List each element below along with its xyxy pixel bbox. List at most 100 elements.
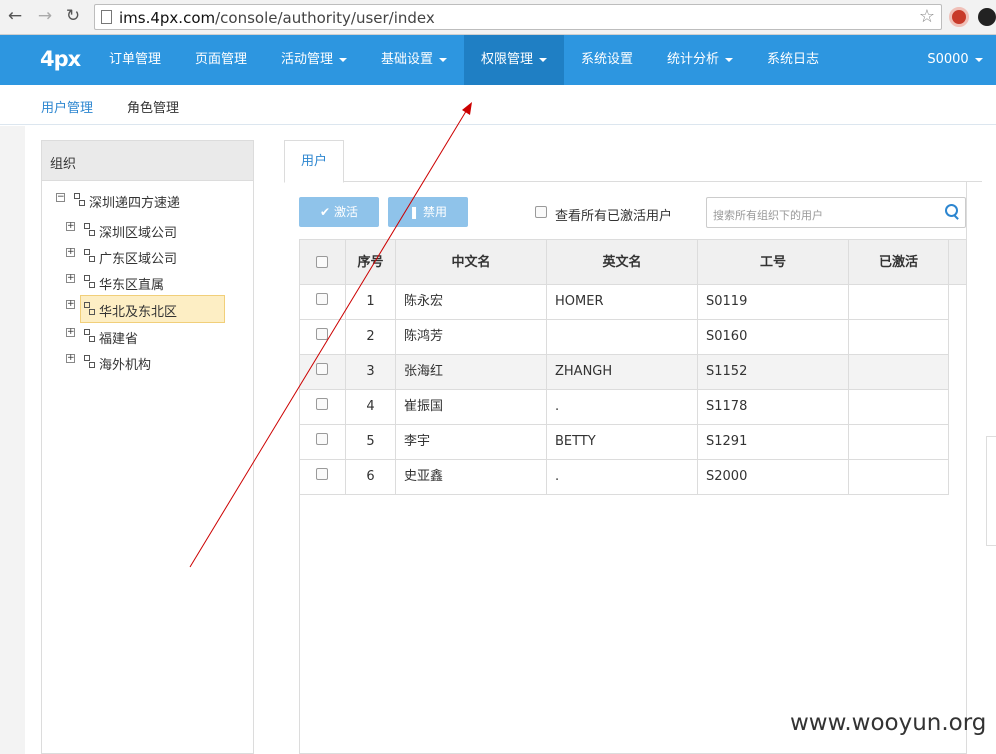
expand-icon[interactable]: + [66,222,75,231]
table-row[interactable]: 2 陈鸿芳 S0160 [300,320,949,355]
page-icon [101,10,112,24]
tab-strip: 用户 [284,140,982,183]
expand-icon[interactable]: + [66,248,75,257]
tree-node-root[interactable]: 深圳递四方速递 [89,192,180,211]
nav-item-system-log[interactable]: 系统日志 [752,35,834,85]
table-row[interactable]: 3 张海红 ZHANGH S1152 [300,355,949,390]
sub-navbar: 用户管理 角色管理 [0,85,996,125]
caret-down-icon [974,57,983,62]
tree-node[interactable]: 广东区域公司 [99,248,177,267]
bookmark-star-icon[interactable]: ☆ [919,6,935,27]
subnav-role-management[interactable]: 角色管理 [127,97,179,116]
reload-icon[interactable]: ↻ [63,6,83,26]
tree-node[interactable]: 福建省 [99,328,138,347]
row-select-cell [300,425,346,460]
cell-employee-id: S2000 [698,460,849,495]
menu-icon[interactable] [978,8,996,26]
disable-button[interactable]: ❚ 禁用 [388,197,468,227]
view-all-label: 查看所有已激活用户 [555,209,673,224]
cell-no: 6 [346,460,396,495]
row-checkbox[interactable] [316,363,328,375]
row-checkbox[interactable] [316,328,328,340]
nav-item-system-settings[interactable]: 系统设置 [566,35,648,85]
subnav-user-management[interactable]: 用户管理 [41,97,93,116]
brand-logo[interactable]: 4px [40,47,81,71]
cell-employee-id: S0119 [698,285,849,320]
row-checkbox[interactable] [316,468,328,480]
row-checkbox[interactable] [316,293,328,305]
header-select-cell [300,240,346,285]
nav-item-activities[interactable]: 活动管理 [266,35,362,85]
browser-toolbar: ← → ↻ ims.4px.com/console/authority/user… [0,0,996,35]
cell-employee-id: S1178 [698,390,849,425]
row-select-cell [300,390,346,425]
tree-node[interactable]: 深圳区域公司 [99,222,177,241]
side-feedback-tab[interactable] [986,436,996,546]
org-tree-icon [83,355,95,368]
select-all-checkbox[interactable] [316,256,328,268]
cell-activated [849,355,949,390]
table-row[interactable]: 5 李宇 BETTY S1291 [300,425,949,460]
expand-icon[interactable]: + [66,354,75,363]
org-tree-icon [83,223,95,236]
cell-en-name: . [547,460,698,495]
cell-no: 3 [346,355,396,390]
user-menu[interactable]: S0000 [920,35,990,85]
header-employee-id[interactable]: 工号 [698,240,849,285]
cell-activated [849,460,949,495]
search-icon[interactable] [945,204,959,220]
nav-item-statistics[interactable]: 统计分析 [652,35,748,85]
check-icon: ✔ [320,205,331,219]
nav-item-basic-settings[interactable]: 基础设置 [366,35,462,85]
address-bar[interactable]: ims.4px.com/console/authority/user/index… [94,4,942,30]
cell-employee-id: S0160 [698,320,849,355]
view-all-checkbox[interactable] [535,206,547,218]
tree-node-selected[interactable]: 华北及东北区 [99,301,177,320]
cell-activated [849,425,949,460]
activate-button[interactable]: ✔ 激活 [299,197,379,227]
row-checkbox[interactable] [316,398,328,410]
tree-node[interactable]: 海外机构 [99,354,151,373]
watermark: www.wooyun.org [790,710,987,736]
org-tree-icon [83,302,95,315]
cell-cn-name: 史亚鑫 [396,460,547,495]
expand-icon[interactable]: + [66,274,75,283]
table-row[interactable]: 4 崔振国 . S1178 [300,390,949,425]
tab-users[interactable]: 用户 [284,140,344,183]
cell-activated [849,320,949,355]
back-arrow-icon[interactable]: ← [5,6,25,26]
caret-down-icon [539,57,547,62]
cell-no: 1 [346,285,396,320]
cell-no: 2 [346,320,396,355]
tree-node[interactable]: 华东区直属 [99,274,164,293]
nav-item-pages[interactable]: 页面管理 [180,35,262,85]
cell-employee-id: S1291 [698,425,849,460]
table-row[interactable]: 1 陈永宏 HOMER S0119 [300,285,949,320]
row-checkbox[interactable] [316,433,328,445]
cell-en-name: BETTY [547,425,698,460]
header-cn-name[interactable]: 中文名 [396,240,547,285]
cell-cn-name: 崔振国 [396,390,547,425]
collapse-icon[interactable]: − [56,193,65,202]
row-select-cell [300,285,346,320]
org-tree-icon [83,249,95,262]
nav-item-permissions[interactable]: 权限管理 [464,35,564,85]
cell-no: 4 [346,390,396,425]
header-no[interactable]: 序号 [346,240,396,285]
expand-icon[interactable]: + [66,328,75,337]
nav-item-orders[interactable]: 订单管理 [94,35,176,85]
table-row[interactable]: 6 史亚鑫 . S2000 [300,460,949,495]
cell-cn-name: 李宇 [396,425,547,460]
expand-icon[interactable]: + [66,300,75,309]
extension-icon[interactable] [949,7,969,27]
forward-arrow-icon[interactable]: → [35,6,55,26]
header-activated[interactable]: 已激活 [849,240,949,285]
caret-down-icon [725,57,733,62]
search-input[interactable]: 搜索所有组织下的用户 [706,197,966,228]
cell-activated [849,285,949,320]
search-placeholder: 搜索所有组织下的用户 [713,209,823,222]
row-select-cell [300,355,346,390]
caret-down-icon [439,57,447,62]
url-text: ims.4px.com/console/authority/user/index [119,9,435,27]
header-en-name[interactable]: 英文名 [547,240,698,285]
